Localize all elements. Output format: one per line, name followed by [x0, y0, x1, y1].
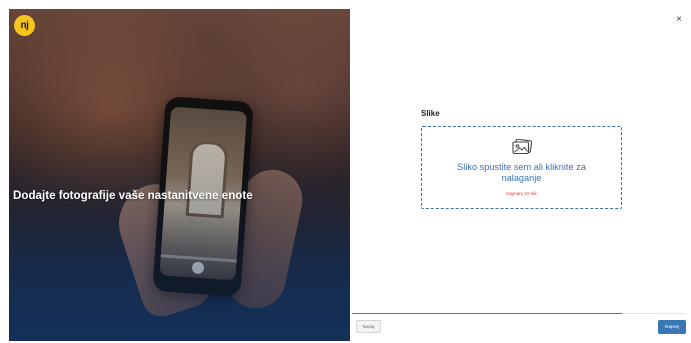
- hero-title: Dodajte fotografije vaše nastanitvene en…: [13, 189, 253, 202]
- hero-panel: nj Dodajte fotografije vaše nastanitvene…: [9, 9, 350, 341]
- progress-bar: [352, 313, 685, 314]
- close-button[interactable]: ×: [673, 14, 685, 26]
- brand-logo[interactable]: nj: [14, 15, 35, 36]
- minimum-photos-hint: Najmanj 10 slik: [506, 191, 537, 196]
- photo-dropzone[interactable]: Sliko spustite sem ali kliknite za nalag…: [421, 126, 622, 209]
- photos-section-label: Slike: [421, 109, 440, 118]
- back-button[interactable]: Nazaj: [356, 320, 381, 333]
- progress-fill: [352, 313, 622, 314]
- next-button[interactable]: Naprej: [658, 320, 686, 334]
- image-icon: [511, 139, 532, 155]
- dropzone-instruction: Sliko spustite sem ali kliknite za nalag…: [457, 162, 586, 183]
